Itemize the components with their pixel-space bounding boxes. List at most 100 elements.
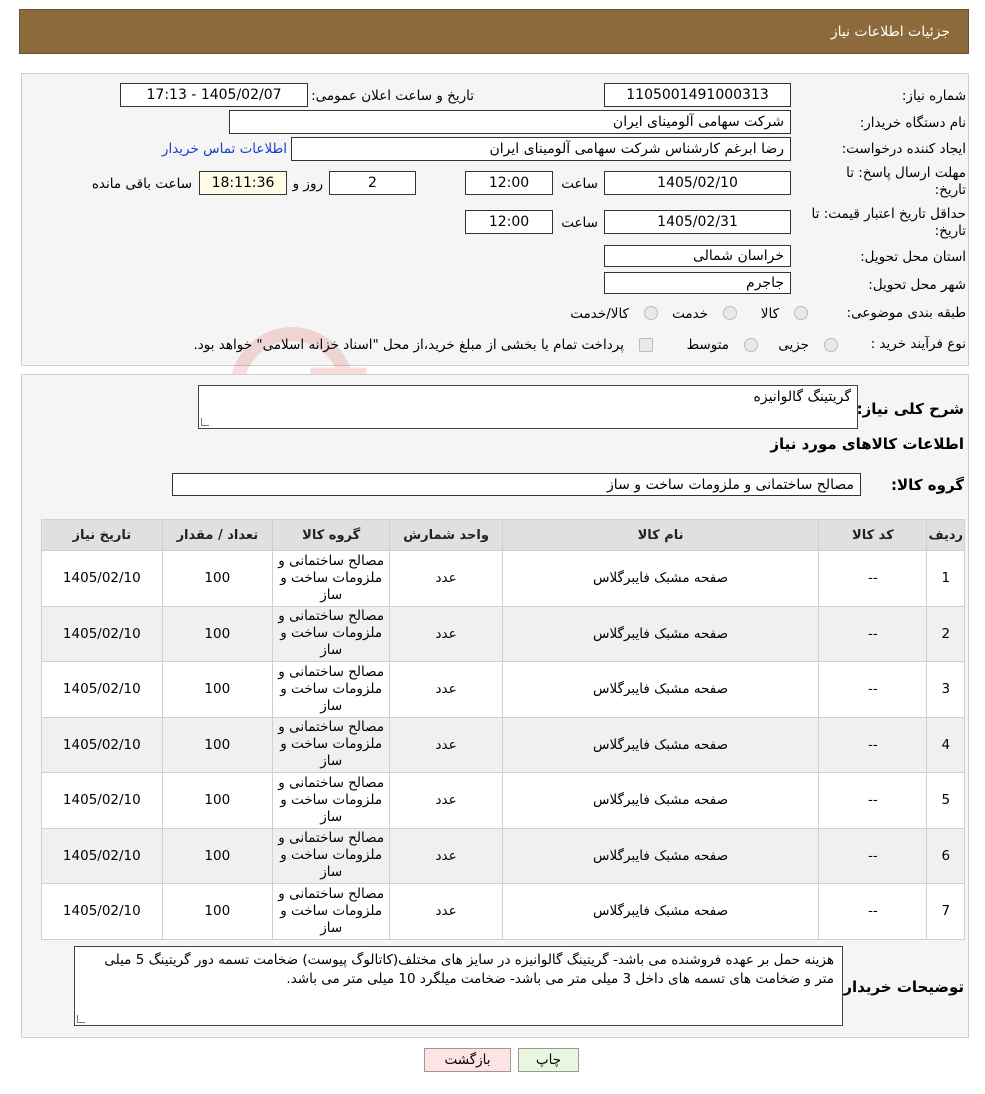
cell-quantity: 100 bbox=[161, 716, 273, 773]
deadline-label: مهلت ارسال پاسخ: تا bbox=[846, 165, 966, 181]
col-group: گروه کالا bbox=[271, 519, 391, 551]
price-validity-date-field: 1405/02/31 bbox=[604, 210, 791, 234]
category-radio-service[interactable] bbox=[723, 306, 737, 320]
deadline-date-field: 1405/02/10 bbox=[604, 171, 791, 195]
cell-code: -- bbox=[818, 550, 928, 607]
goods-table-header: ردیف کد کالا نام کالا واحد شمارش گروه کا… bbox=[41, 519, 965, 551]
goods-info-title: اطلاعات کالاهای مورد نیاز bbox=[770, 435, 964, 453]
page-title: جزئیات اطلاعات نیاز bbox=[830, 23, 950, 40]
goods-details-panel: شرح کلی نیاز: گریتینگ گالوانیزه اطلاعات … bbox=[21, 374, 969, 1038]
table-row: 2 -- صفحه مشبک فایبرگلاس عدد مصالح ساختم… bbox=[41, 605, 965, 662]
table-row: 1 -- صفحه مشبک فایبرگلاس عدد مصالح ساختم… bbox=[41, 550, 965, 607]
price-validity-time-label: ساعت bbox=[561, 215, 598, 231]
col-name: نام کالا bbox=[501, 519, 820, 551]
cell-name: صفحه مشبک فایبرگلاس bbox=[501, 883, 820, 940]
cell-date: 1405/02/10 bbox=[41, 550, 163, 607]
cell-row: 6 bbox=[926, 827, 965, 884]
payment-checkbox[interactable] bbox=[639, 338, 653, 352]
cell-name: صفحه مشبک فایبرگلاس bbox=[501, 827, 820, 884]
process-type-label: نوع فرآیند خرید : bbox=[870, 336, 966, 352]
cell-row: 5 bbox=[926, 772, 965, 829]
city-field: جاجرم bbox=[604, 272, 791, 294]
col-date: تاریخ نیاز bbox=[41, 519, 163, 551]
buyer-contact-link[interactable]: اطلاعات تماس خریدار bbox=[162, 141, 287, 157]
cell-quantity: 100 bbox=[161, 827, 273, 884]
table-row: 5 -- صفحه مشبک فایبرگلاس عدد مصالح ساختم… bbox=[41, 772, 965, 829]
need-info-panel: AriaTender.neT شماره نیاز: 1105001491000… bbox=[21, 73, 969, 466]
payment-note: پرداخت تمام یا بخشی از مبلغ خرید،از محل … bbox=[193, 337, 624, 353]
cell-name: صفحه مشبک فایبرگلاس bbox=[501, 605, 820, 662]
cell-quantity: 100 bbox=[161, 772, 273, 829]
province-field: خراسان شمالی bbox=[604, 245, 791, 267]
cell-quantity: 100 bbox=[161, 605, 273, 662]
cell-unit: عدد bbox=[389, 550, 503, 607]
price-validity-label-date: تاریخ: bbox=[934, 223, 966, 239]
remaining-days-field: 2 bbox=[329, 171, 416, 195]
cell-group: مصالح ساختمانی و ملزومات ساخت و ساز bbox=[271, 716, 391, 773]
cell-quantity: 100 bbox=[161, 550, 273, 607]
buyer-org-field: شرکت سهامی آلومینای ایران bbox=[229, 110, 791, 134]
cell-date: 1405/02/10 bbox=[41, 716, 163, 773]
process-radio-minor[interactable] bbox=[824, 338, 838, 352]
need-number-label: شماره نیاز: bbox=[901, 88, 966, 104]
announce-label: تاریخ و ساعت اعلان عمومی: bbox=[311, 88, 474, 104]
category-option-goods: کالا bbox=[760, 306, 779, 322]
cell-unit: عدد bbox=[389, 605, 503, 662]
cell-group: مصالح ساختمانی و ملزومات ساخت و ساز bbox=[271, 772, 391, 829]
requester-field: رضا ابرغم کارشناس شرکت سهامی آلومینای ای… bbox=[291, 137, 791, 161]
category-label: طبقه بندی موضوعی: bbox=[846, 305, 966, 321]
cell-group: مصالح ساختمانی و ملزومات ساخت و ساز bbox=[271, 661, 391, 718]
category-radio-goods-service[interactable] bbox=[644, 306, 658, 320]
process-option-medium: متوسط bbox=[686, 337, 729, 353]
resize-handle-icon[interactable] bbox=[201, 418, 209, 426]
cell-name: صفحه مشبک فایبرگلاس bbox=[501, 661, 820, 718]
need-summary-textarea[interactable]: گریتینگ گالوانیزه bbox=[198, 385, 858, 429]
cell-group: مصالح ساختمانی و ملزومات ساخت و ساز bbox=[271, 605, 391, 662]
cell-quantity: 100 bbox=[161, 661, 273, 718]
deadline-time-label: ساعت bbox=[561, 176, 598, 192]
buyer-org-label: نام دستگاه خریدار: bbox=[859, 115, 966, 131]
cell-name: صفحه مشبک فایبرگلاس bbox=[501, 716, 820, 773]
need-number-field: 1105001491000313 bbox=[604, 83, 791, 107]
cell-row: 1 bbox=[926, 550, 965, 607]
process-radio-medium[interactable] bbox=[744, 338, 758, 352]
category-radio-goods[interactable] bbox=[794, 306, 808, 320]
cell-name: صفحه مشبک فایبرگلاس bbox=[501, 772, 820, 829]
province-label: استان محل تحویل: bbox=[860, 249, 966, 265]
table-row: 7 -- صفحه مشبک فایبرگلاس عدد مصالح ساختم… bbox=[41, 883, 965, 940]
cell-date: 1405/02/10 bbox=[41, 605, 163, 662]
category-option-goods-service: کالا/خدمت bbox=[570, 306, 629, 322]
announce-field: 1405/02/07 - 17:13 bbox=[120, 83, 308, 107]
cell-unit: عدد bbox=[389, 661, 503, 718]
back-button[interactable]: بازگشت bbox=[424, 1048, 511, 1072]
process-option-minor: جزیی bbox=[778, 337, 809, 353]
page-header: جزئیات اطلاعات نیاز bbox=[19, 9, 969, 54]
price-validity-time-field: 12:00 bbox=[465, 210, 553, 234]
goods-table: ردیف کد کالا نام کالا واحد شمارش گروه کا… bbox=[41, 519, 965, 940]
cell-code: -- bbox=[818, 661, 928, 718]
need-summary-text: گریتینگ گالوانیزه bbox=[753, 389, 851, 405]
need-summary-label: شرح کلی نیاز: bbox=[856, 400, 964, 418]
table-row: 3 -- صفحه مشبک فایبرگلاس عدد مصالح ساختم… bbox=[41, 661, 965, 718]
cell-unit: عدد bbox=[389, 827, 503, 884]
cell-code: -- bbox=[818, 883, 928, 940]
cell-date: 1405/02/10 bbox=[41, 772, 163, 829]
cell-date: 1405/02/10 bbox=[41, 883, 163, 940]
goods-group-field: مصالح ساختمانی و ملزومات ساخت و ساز bbox=[172, 473, 861, 496]
cell-date: 1405/02/10 bbox=[41, 827, 163, 884]
cell-row: 4 bbox=[926, 716, 965, 773]
remaining-label: ساعت باقی مانده bbox=[91, 176, 192, 192]
print-button[interactable]: چاپ bbox=[518, 1048, 579, 1072]
cell-unit: عدد bbox=[389, 772, 503, 829]
resize-handle-icon[interactable] bbox=[77, 1015, 85, 1023]
cell-code: -- bbox=[818, 827, 928, 884]
cell-unit: عدد bbox=[389, 716, 503, 773]
cell-unit: عدد bbox=[389, 883, 503, 940]
col-unit: واحد شمارش bbox=[389, 519, 503, 551]
remaining-time-field: 18:11:36 bbox=[199, 171, 287, 195]
city-label: شهر محل تحویل: bbox=[868, 277, 966, 293]
cell-row: 7 bbox=[926, 883, 965, 940]
deadline-time-field: 12:00 bbox=[465, 171, 553, 195]
goods-group-label: گروه کالا: bbox=[891, 476, 964, 494]
buyer-notes-textarea[interactable]: هزینه حمل بر عهده فروشنده می باشد- گریتی… bbox=[74, 946, 843, 1026]
